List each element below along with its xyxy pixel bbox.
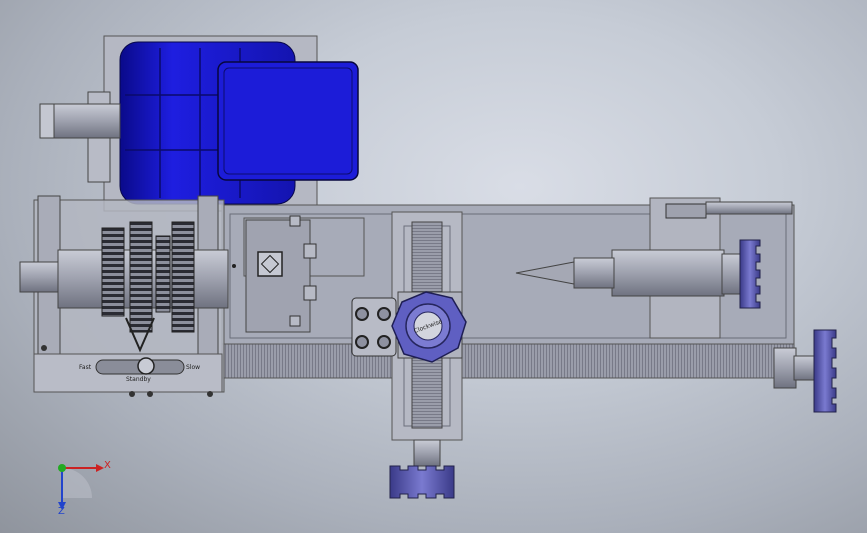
motor-pulley [39, 103, 55, 139]
headstock-gearbox: Fast Slow Standby [19, 195, 229, 397]
axis-triad: X Z [58, 460, 111, 517]
slow-label: Slow [186, 364, 200, 371]
cad-viewport[interactable]: Fast Slow Standby Clockwise X Z [0, 0, 867, 533]
leadscrew-knob-icon[interactable] [813, 329, 837, 413]
gear-3 [155, 235, 171, 313]
standby-label: Standby [126, 376, 151, 383]
chuck-jaw [289, 215, 301, 227]
x-axis-arrowhead [96, 464, 104, 472]
leadscrew-end-bearing [773, 347, 797, 389]
chuck-jaw [289, 315, 301, 327]
speed-selector-knob[interactable] [137, 357, 155, 375]
z-axis-label: Z [58, 506, 65, 517]
chuck-jaw [303, 285, 317, 301]
x-axis-label: X [104, 460, 111, 471]
cross-feed-knob-icon[interactable] [389, 465, 455, 499]
chuck-indicator-dot [232, 264, 236, 268]
tailstock-lock-rod [705, 201, 793, 215]
clamp-bolt [355, 307, 369, 321]
tailstock-quill [611, 249, 725, 297]
cross-feed-shaft [413, 439, 441, 467]
fast-label: Fast [79, 364, 92, 371]
clamp-bolt [377, 335, 391, 349]
mount-bolt [207, 391, 213, 397]
handwheel-hub [721, 253, 743, 295]
spindle-left-end [19, 261, 61, 293]
gear-1 [101, 227, 125, 317]
motor-assembly [39, 35, 359, 212]
tailstock-clamp [665, 203, 707, 219]
triad-quadrant [62, 468, 92, 498]
leadscrew-shaft-end [793, 355, 817, 381]
mount-bolt [147, 391, 153, 397]
mount-bolt [41, 345, 47, 351]
clamp-bolt [377, 307, 391, 321]
y-axis-dot [58, 464, 66, 472]
gear-4 [171, 221, 195, 333]
mount-bolt [129, 391, 135, 397]
chuck-jaw [303, 243, 317, 259]
quill-sleeve [573, 257, 615, 289]
lead-screw [221, 343, 795, 379]
motor-terminal-box [217, 61, 359, 181]
gear-2 [129, 221, 153, 333]
lathe-assembly-drawing: Fast Slow Standby Clockwise X Z [19, 35, 837, 517]
clamp-bolt [355, 335, 369, 349]
